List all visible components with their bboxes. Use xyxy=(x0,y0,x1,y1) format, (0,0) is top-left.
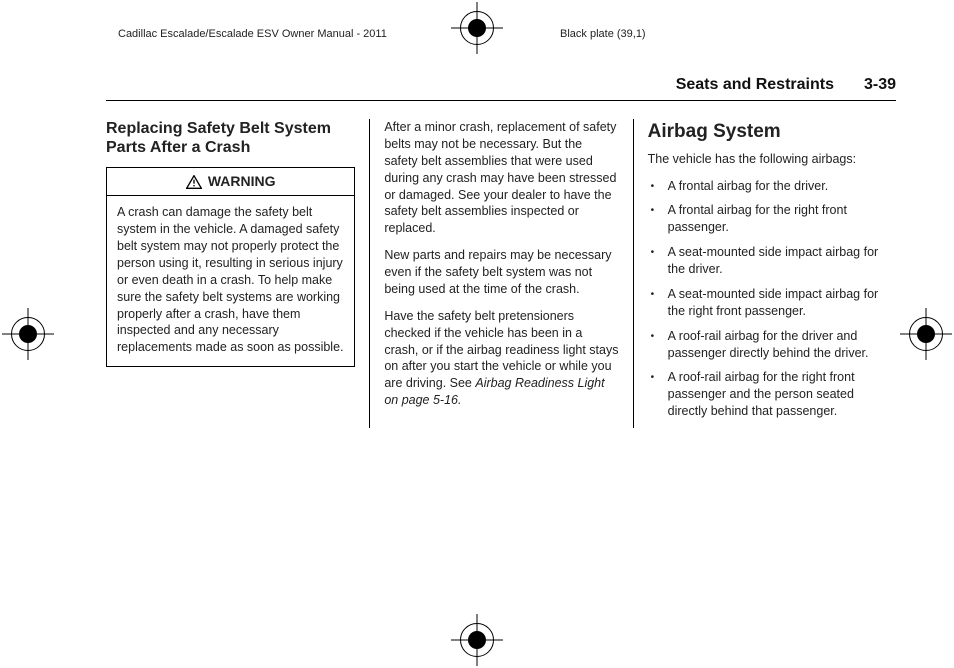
list-item: A seat-mounted side impact airbag for th… xyxy=(648,286,896,320)
warning-body: A crash can damage the safety belt syste… xyxy=(107,196,354,366)
section-name: Seats and Restraints xyxy=(676,76,834,94)
warning-label: WARNING xyxy=(208,172,276,191)
page-number: 3-39 xyxy=(864,76,896,94)
warning-triangle-icon xyxy=(186,175,202,189)
content-frame: Seats and Restraints 3-39 Replacing Safe… xyxy=(106,76,896,608)
list-item: A frontal airbag for the right front pas… xyxy=(648,202,896,236)
body-paragraph: After a minor crash, replacement of safe… xyxy=(384,119,618,237)
column-1: Replacing Safety Belt System Parts After… xyxy=(106,119,369,428)
section-header: Seats and Restraints 3-39 xyxy=(106,76,896,101)
body-paragraph: New parts and repairs may be necessary e… xyxy=(384,247,618,298)
manual-page: Cadillac Escalade/Escalade ESV Owner Man… xyxy=(0,0,954,668)
warning-box: WARNING A crash can damage the safety be… xyxy=(106,167,355,367)
column-3: Airbag System The vehicle has the follow… xyxy=(633,119,896,428)
registration-mark-icon xyxy=(451,2,503,54)
intro-text: The vehicle has the following airbags: xyxy=(648,151,896,168)
registration-mark-icon xyxy=(2,308,54,360)
column-2: After a minor crash, replacement of safe… xyxy=(369,119,632,428)
registration-mark-icon xyxy=(451,614,503,666)
columns: Replacing Safety Belt System Parts After… xyxy=(106,119,896,428)
topic-heading: Replacing Safety Belt System Parts After… xyxy=(106,119,355,157)
running-head-left: Cadillac Escalade/Escalade ESV Owner Man… xyxy=(118,28,387,40)
airbag-list: A frontal airbag for the driver. A front… xyxy=(648,178,896,421)
running-head-right: Black plate (39,1) xyxy=(560,28,646,40)
list-item: A seat-mounted side impact airbag for th… xyxy=(648,244,896,278)
body-paragraph: Have the safety belt pretensioners check… xyxy=(384,308,618,409)
list-item: A roof-rail airbag for the right front p… xyxy=(648,369,896,420)
section-heading: Airbag System xyxy=(648,119,896,145)
list-item: A frontal airbag for the driver. xyxy=(648,178,896,195)
list-item: A roof-rail airbag for the driver and pa… xyxy=(648,328,896,362)
warning-header: WARNING xyxy=(107,168,354,196)
registration-mark-icon xyxy=(900,308,952,360)
